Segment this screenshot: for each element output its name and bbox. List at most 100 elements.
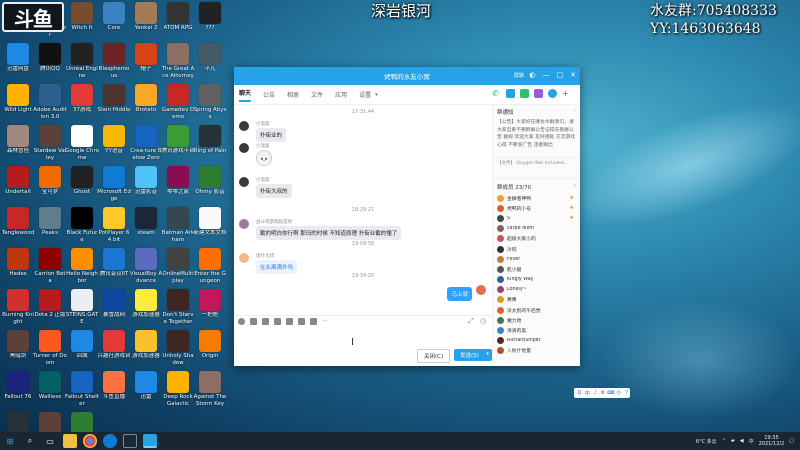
desktop-icon[interactable]: Unreal Engine (65, 43, 99, 79)
desktop-icon[interactable]: Black Future (65, 207, 99, 243)
member-item[interactable]: RichardSniper (493, 336, 580, 346)
desktop-icon[interactable]: 新建文本文档 (193, 207, 227, 243)
more-tools-icon[interactable]: ··· (322, 318, 328, 325)
desktop-icon[interactable]: 兴趣社游戏台 (97, 330, 131, 366)
desktop-icon[interactable]: Origin (193, 330, 227, 366)
desktop-icon[interactable]: Witch It (65, 2, 99, 38)
member-item[interactable]: 烤鸭的小号 ★ (493, 203, 580, 213)
notice-file[interactable]: 【文件】 Oxygen Not Included... (493, 157, 580, 168)
steam-icon[interactable] (123, 434, 137, 448)
avatar[interactable] (239, 177, 249, 187)
mic-icon[interactable] (310, 318, 317, 325)
avatar[interactable] (239, 143, 249, 153)
chrome-icon[interactable] (83, 434, 97, 448)
desktop-icon[interactable]: The Great Ace Attorney (161, 43, 195, 79)
chat-titlebar[interactable]: 烤鸭的水友小窝 群聊 ◐ — □ ✕ (234, 67, 580, 85)
desktop-icon[interactable]: ??? (193, 2, 227, 38)
desktop-icon[interactable]: Enter the Gungeon (193, 248, 227, 284)
tab-album[interactable]: 相册 (287, 90, 299, 99)
video-icon[interactable] (506, 89, 515, 98)
desktop-icon[interactable]: VisualBoy Advance (129, 248, 163, 284)
desktop-icon[interactable]: Slain Hiddle (97, 84, 131, 120)
edge-icon[interactable] (103, 434, 117, 448)
desktop-icon[interactable]: 游戏加速器 (129, 289, 163, 325)
task-view-icon[interactable]: ▭ (43, 434, 57, 448)
search-icon[interactable]: ⌕ (573, 183, 576, 189)
desktop-icon[interactable]: 迅雷网盘 (1, 43, 35, 79)
avatar[interactable] (239, 253, 249, 263)
close-button[interactable]: 关闭(C) (417, 349, 451, 363)
desktop-icon[interactable]: STEINS;GATE (65, 289, 99, 325)
desktop-icon[interactable]: Core (97, 2, 131, 38)
member-item[interactable]: Kingly Way (493, 275, 580, 285)
chevron-right-icon[interactable]: › (574, 108, 576, 114)
desktop-icon[interactable]: Burning Knight (1, 289, 35, 325)
weather-label[interactable]: 6°C 多云 (696, 438, 717, 445)
desktop-icon[interactable]: 回城 (65, 330, 99, 366)
file-explorer-icon[interactable] (63, 434, 77, 448)
message-input[interactable] (234, 327, 492, 349)
desktop-icon[interactable]: Ohmy 影音 (193, 166, 227, 202)
desktop-icon[interactable]: Ring of Pain (193, 125, 227, 161)
ime-tool-icon[interactable]: ⚙ (599, 390, 606, 396)
gift-icon[interactable] (298, 318, 305, 325)
input-method-icon[interactable]: 中 (749, 438, 754, 445)
ime-tool-icon[interactable]: ⌨ (607, 390, 614, 396)
desktop-icon[interactable]: Gamedev Demo (161, 84, 195, 120)
ime-tool-icon[interactable]: ? (623, 390, 630, 396)
desktop-icon[interactable]: YY语音 (97, 125, 131, 161)
member-item[interactable]: Fever (493, 254, 580, 264)
desktop-icon[interactable]: Blasphemous (97, 43, 131, 79)
ime-tool-icon[interactable]: ♪ (592, 390, 599, 396)
member-item[interactable]: 魔力哈 (493, 315, 580, 325)
volume-icon[interactable]: ◀ (740, 438, 744, 444)
tab-files[interactable]: 文件 (311, 90, 323, 99)
history-icon[interactable]: ◷ (480, 317, 486, 326)
more-icon[interactable] (548, 89, 557, 98)
desktop-icon[interactable]: Tanglewood (1, 207, 35, 243)
notification-icon[interactable]: ▢ (789, 438, 794, 444)
desktop-icon[interactable]: Spring Abyss (193, 84, 227, 120)
desktop-icon[interactable]: Fallout Shelter (65, 371, 99, 407)
desktop-icon[interactable]: 游戏加速器 (129, 330, 163, 366)
message-bubble[interactable]: 在业离满外吗 (256, 260, 298, 274)
message-bubble-self[interactable]: 马上就 (447, 287, 472, 301)
expand-icon[interactable]: ⤢ (468, 317, 474, 326)
phone-icon[interactable]: ✆ (492, 89, 501, 98)
desktop-icon[interactable]: Wild Light (1, 84, 35, 120)
screen-share-icon[interactable] (520, 89, 529, 98)
chevron-down-icon[interactable]: ▾ (375, 92, 378, 98)
tab-settings[interactable]: 设置 (359, 90, 371, 99)
sticker-image[interactable]: ಠ_ಠ (256, 150, 272, 166)
desktop-icon[interactable]: Microsoft Edge (97, 166, 131, 202)
avatar[interactable] (476, 285, 486, 295)
member-item[interactable]: 肌小腿 (493, 264, 580, 274)
tab-announcement[interactable]: 公告 (263, 90, 275, 99)
desktop-icon[interactable]: 迅雷影音 (129, 166, 163, 202)
desktop-icon[interactable]: Crea-ture Below Zero (129, 125, 163, 161)
desktop-icon[interactable]: Adobe Audition 3.0 (33, 84, 67, 120)
desktop-icon[interactable]: 暴雪战网 (97, 289, 131, 325)
app-icon[interactable] (534, 89, 543, 98)
message-list[interactable]: 17:31:44 小温柔 扑街业的 小温柔 ಠ_ಠ 小温柔 扑街大叔的 18:29:21 战斗吧… (234, 105, 492, 315)
member-item[interactable]: Lonely~ (493, 285, 580, 295)
desktop-icon[interactable]: Yankai 2 (129, 2, 163, 38)
desktop-icon[interactable]: 零零之家 (161, 166, 195, 202)
desktop-icon[interactable]: 森林冒险 (1, 125, 35, 161)
minimize-icon[interactable]: — (543, 71, 550, 79)
message-bubble[interactable]: 截的明白你行啊 那玛的时候 不知道原理 扑街业截的懂了 (256, 226, 402, 240)
desktop-icon[interactable]: 宝可梦 (33, 166, 67, 202)
message-bubble[interactable]: 扑街大叔的 (256, 184, 292, 198)
desktop-icon[interactable]: 黑暗剑 (1, 330, 35, 366)
member-item[interactable]: 黄黄 (493, 295, 580, 305)
member-item[interactable]: S ★ (493, 213, 580, 223)
desktop-icon[interactable]: Ghost (65, 166, 99, 202)
desktop-icon[interactable]: PotPlayer 64 bit (97, 207, 131, 243)
desktop-icon[interactable]: 腾讯会议IIT (97, 248, 131, 284)
desktop-icon[interactable]: Wallless (33, 371, 67, 407)
ime-tool-icon[interactable]: Q (576, 390, 583, 396)
notice-text[interactable]: 【公告】大家好在哪会水群我们，请大家自重不要刷屏公告记得先看群公告 群规 欢迎大… (493, 119, 580, 157)
search-icon[interactable]: ⌕ (23, 434, 37, 448)
desktop-icon[interactable]: Fallout 76 (1, 371, 35, 407)
member-item[interactable]: 超级大家小的 (493, 234, 580, 244)
